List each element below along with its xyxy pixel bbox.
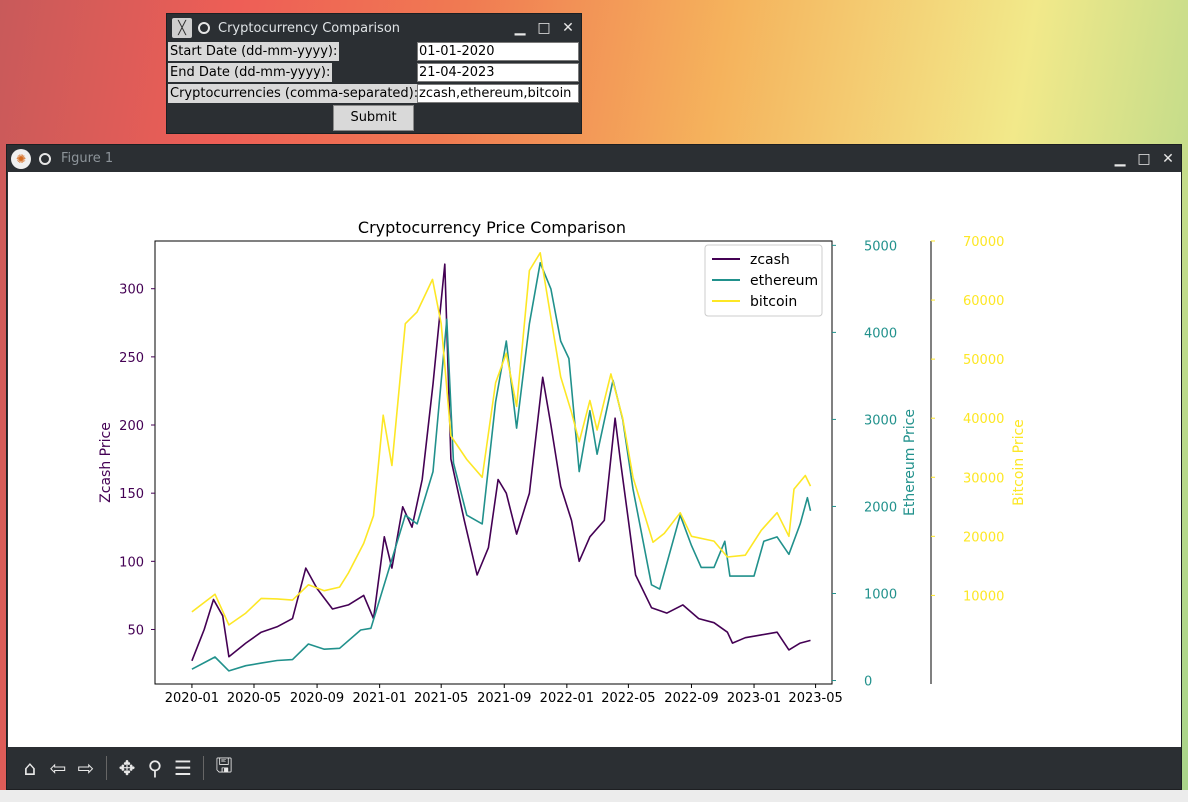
x-tick-label: 2022-01 xyxy=(540,691,594,706)
x-tick-label: 2021-05 xyxy=(414,691,468,706)
zoom-icon[interactable]: ⚲ xyxy=(141,756,169,780)
bitcoin-axis-label: Bitcoin Price xyxy=(1011,419,1027,506)
save-icon[interactable]: 🖫 xyxy=(210,751,238,785)
x-tick-label: 2020-05 xyxy=(227,691,281,706)
right2-y-tick-label: 70000 xyxy=(963,235,1004,250)
end-date-row: End Date (dd-mm-yyyy): xyxy=(167,63,581,83)
maximize-icon[interactable]: □ xyxy=(537,20,551,36)
end-date-label: End Date (dd-mm-yyyy): xyxy=(168,63,333,82)
minimize-icon[interactable]: ▁ xyxy=(1113,151,1127,167)
right2-y-tick-label: 30000 xyxy=(963,471,1004,486)
pin-icon[interactable] xyxy=(198,22,210,34)
right1-y-tick-label: 5000 xyxy=(864,239,897,254)
right2-y-tick-label: 10000 xyxy=(963,589,1004,604)
pan-icon[interactable]: ✥ xyxy=(113,756,141,780)
legend-label-bitcoin: bitcoin xyxy=(750,294,797,310)
right1-y-tick-label: 1000 xyxy=(864,587,897,602)
start-date-row: Start Date (dd-mm-yyyy): xyxy=(167,42,581,62)
right1-y-tick-label: 2000 xyxy=(864,500,897,515)
submit-button[interactable]: Submit xyxy=(333,105,414,131)
figure-canvas[interactable]: Cryptocurrency Price Comparison 2020-01 2… xyxy=(8,172,1181,747)
figure-window: ✺ Figure 1 ▁ □ ✕ Cryptocurrency Price Co… xyxy=(6,144,1182,790)
navigation-toolbar: ⌂ ⇦ ⇨ ✥ ⚲ ☰ 🖫 xyxy=(8,747,1181,789)
close-icon[interactable]: ✕ xyxy=(1161,151,1175,167)
legend-label-ethereum: ethereum xyxy=(750,273,818,289)
x-tick-label: 2020-09 xyxy=(290,691,344,706)
x-tick-label: 2022-09 xyxy=(664,691,718,706)
figure-titlebar[interactable]: ✺ Figure 1 ▁ □ ✕ xyxy=(7,145,1181,172)
left-y-tick-label: 250 xyxy=(119,351,144,366)
configure-subplots-icon[interactable]: ☰ xyxy=(169,756,197,780)
legend: zcash ethereum bitcoin xyxy=(704,244,823,317)
legend-label-zcash: zcash xyxy=(750,252,790,268)
crypto-row: Cryptocurrencies (comma-separated): xyxy=(167,84,581,104)
zcash-axis-label: Zcash Price xyxy=(98,422,114,503)
x-tick-label: 2020-01 xyxy=(165,691,219,706)
right1-y-tick-label: 0 xyxy=(864,675,872,690)
series-line-ethereum xyxy=(191,262,812,672)
dialog-title: Cryptocurrency Comparison xyxy=(218,20,401,36)
left-y-tick-label: 150 xyxy=(119,487,144,502)
forward-icon[interactable]: ⇨ xyxy=(72,756,100,780)
figure-title: Figure 1 xyxy=(61,151,114,166)
matplotlib-logo-icon: ✺ xyxy=(11,148,31,169)
close-icon[interactable]: ✕ xyxy=(561,20,575,36)
left-y-tick-label: 300 xyxy=(119,283,144,298)
right2-y-tick-label: 50000 xyxy=(963,353,1004,368)
tk-app-icon: ╳ xyxy=(172,18,192,38)
end-date-input[interactable] xyxy=(417,63,579,82)
x-tick-label: 2022-05 xyxy=(601,691,655,706)
chart-title: Cryptocurrency Price Comparison xyxy=(358,218,626,237)
right2-y-tick-label: 60000 xyxy=(963,294,1004,309)
toolbar-separator xyxy=(106,756,107,780)
x-tick-label: 2023-01 xyxy=(727,691,781,706)
maximize-icon[interactable]: □ xyxy=(1137,151,1151,167)
right1-y-tick-label: 4000 xyxy=(864,326,897,341)
toolbar-separator xyxy=(203,756,204,780)
chart-svg: Cryptocurrency Price Comparison 2020-01 2… xyxy=(98,218,1027,706)
left-y-tick-label: 200 xyxy=(119,419,144,434)
start-date-label: Start Date (dd-mm-yyyy): xyxy=(168,42,340,61)
series-line-zcash xyxy=(191,263,811,662)
left-y-tick-label: 100 xyxy=(119,555,144,570)
crypto-input[interactable] xyxy=(417,84,579,103)
home-icon[interactable]: ⌂ xyxy=(16,756,44,780)
x-tick-label: 2021-09 xyxy=(477,691,531,706)
desktop-bottom-strip xyxy=(0,790,1188,802)
right1-y-tick-label: 3000 xyxy=(864,413,897,428)
x-tick-label: 2023-05 xyxy=(788,691,842,706)
right2-y-tick-label: 40000 xyxy=(963,412,1004,427)
crypto-label: Cryptocurrencies (comma-separated): xyxy=(168,84,421,103)
axis-ticks: 2020-01 2020-05 2020-09 2021-01 2021-05 2021-… xyxy=(119,235,1004,706)
x-tick-label: 2021-01 xyxy=(352,691,406,706)
start-date-input[interactable] xyxy=(417,42,579,61)
right2-y-tick-label: 20000 xyxy=(963,530,1004,545)
dialog-titlebar[interactable]: ╳ Cryptocurrency Comparison ▁ □ ✕ xyxy=(167,14,581,42)
pin-icon[interactable] xyxy=(39,152,51,165)
input-dialog-window: ╳ Cryptocurrency Comparison ▁ □ ✕ Start … xyxy=(166,13,582,134)
left-y-tick-label: 50 xyxy=(127,623,144,638)
back-icon[interactable]: ⇦ xyxy=(44,756,72,780)
minimize-icon[interactable]: ▁ xyxy=(513,20,527,36)
ethereum-axis-label: Ethereum Price xyxy=(902,409,918,516)
